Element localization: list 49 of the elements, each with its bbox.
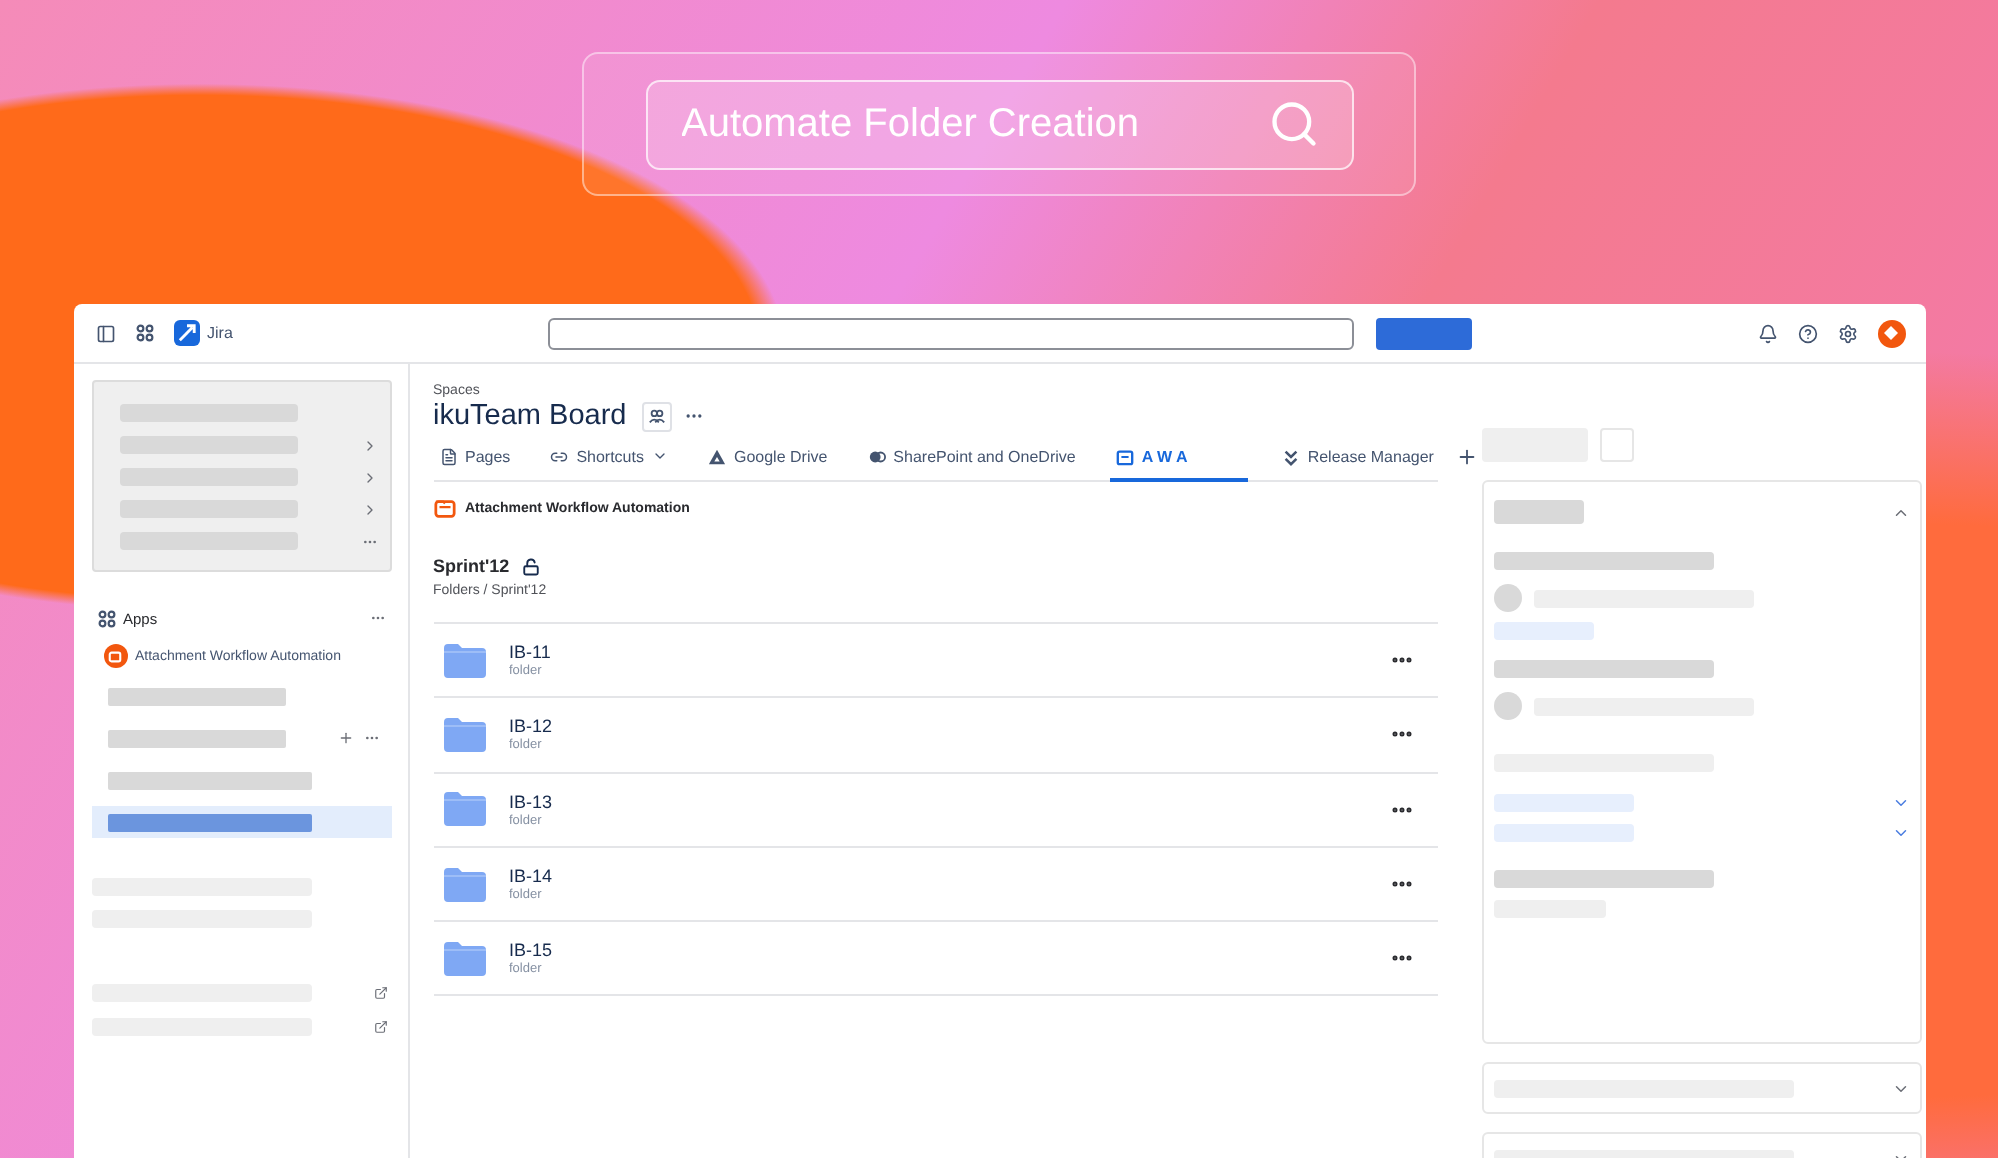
tab[interactable]: A W A [1109, 444, 1248, 482]
folder-icon [443, 792, 485, 827]
app-logo-icon [433, 498, 455, 520]
window-icon [1115, 447, 1134, 465]
page-icon [439, 447, 457, 465]
triangle-icon [707, 447, 726, 465]
help-icon[interactable] [1797, 323, 1817, 343]
people-icon [648, 407, 667, 425]
folder-icon [443, 643, 485, 678]
tab[interactable]: Release Manager [1275, 444, 1440, 482]
avatar[interactable] [1877, 319, 1905, 347]
notifications-icon[interactable] [1757, 323, 1777, 343]
jira-home-link[interactable]: Jira [173, 320, 233, 346]
skeleton-bar [1493, 500, 1583, 524]
create-button[interactable] [1376, 317, 1473, 349]
folder-name: IB-14 [509, 866, 555, 887]
app-logo-icon [108, 649, 122, 663]
skeleton-square [1599, 428, 1633, 462]
skeleton-bar [1493, 824, 1633, 842]
external-link-icon[interactable] [373, 1020, 387, 1034]
external-link-icon[interactable] [373, 986, 387, 1000]
nav-item[interactable] [91, 806, 391, 838]
folder-icon [443, 867, 485, 902]
tab[interactable]: Shortcuts [544, 444, 674, 482]
unlock-icon[interactable] [521, 557, 540, 575]
apps-grid-icon[interactable] [135, 324, 153, 342]
skeleton-bar [1493, 622, 1593, 640]
folder-title: Sprint'12 [433, 556, 510, 576]
folder-name: IB-11 [509, 642, 553, 663]
space-title: ikuTeam Board [433, 400, 627, 432]
tab[interactable]: Google Drive [701, 444, 834, 482]
link-icon [550, 447, 569, 465]
skeleton-bar [1493, 794, 1633, 812]
chevron-down-icon[interactable] [1891, 1080, 1909, 1098]
tab[interactable]: SharePoint and OneDrive [861, 444, 1082, 482]
people-button[interactable] [642, 401, 673, 431]
folder-name: IB-15 [509, 940, 555, 961]
folder-icon [443, 941, 485, 976]
add-icon[interactable] [337, 730, 353, 746]
search-field[interactable] [548, 317, 1355, 349]
tab[interactable]: Pages [433, 444, 517, 482]
settings-icon[interactable] [1837, 323, 1857, 343]
folder-name: IB-12 [509, 716, 555, 737]
skeleton-circle [1493, 584, 1521, 612]
folder-name: IB-13 [509, 791, 555, 812]
apps-grid-icon[interactable] [97, 609, 115, 627]
skeleton-circle [1493, 692, 1521, 720]
folder-icon [443, 717, 485, 752]
sidebar-toggle-icon[interactable] [95, 323, 115, 343]
